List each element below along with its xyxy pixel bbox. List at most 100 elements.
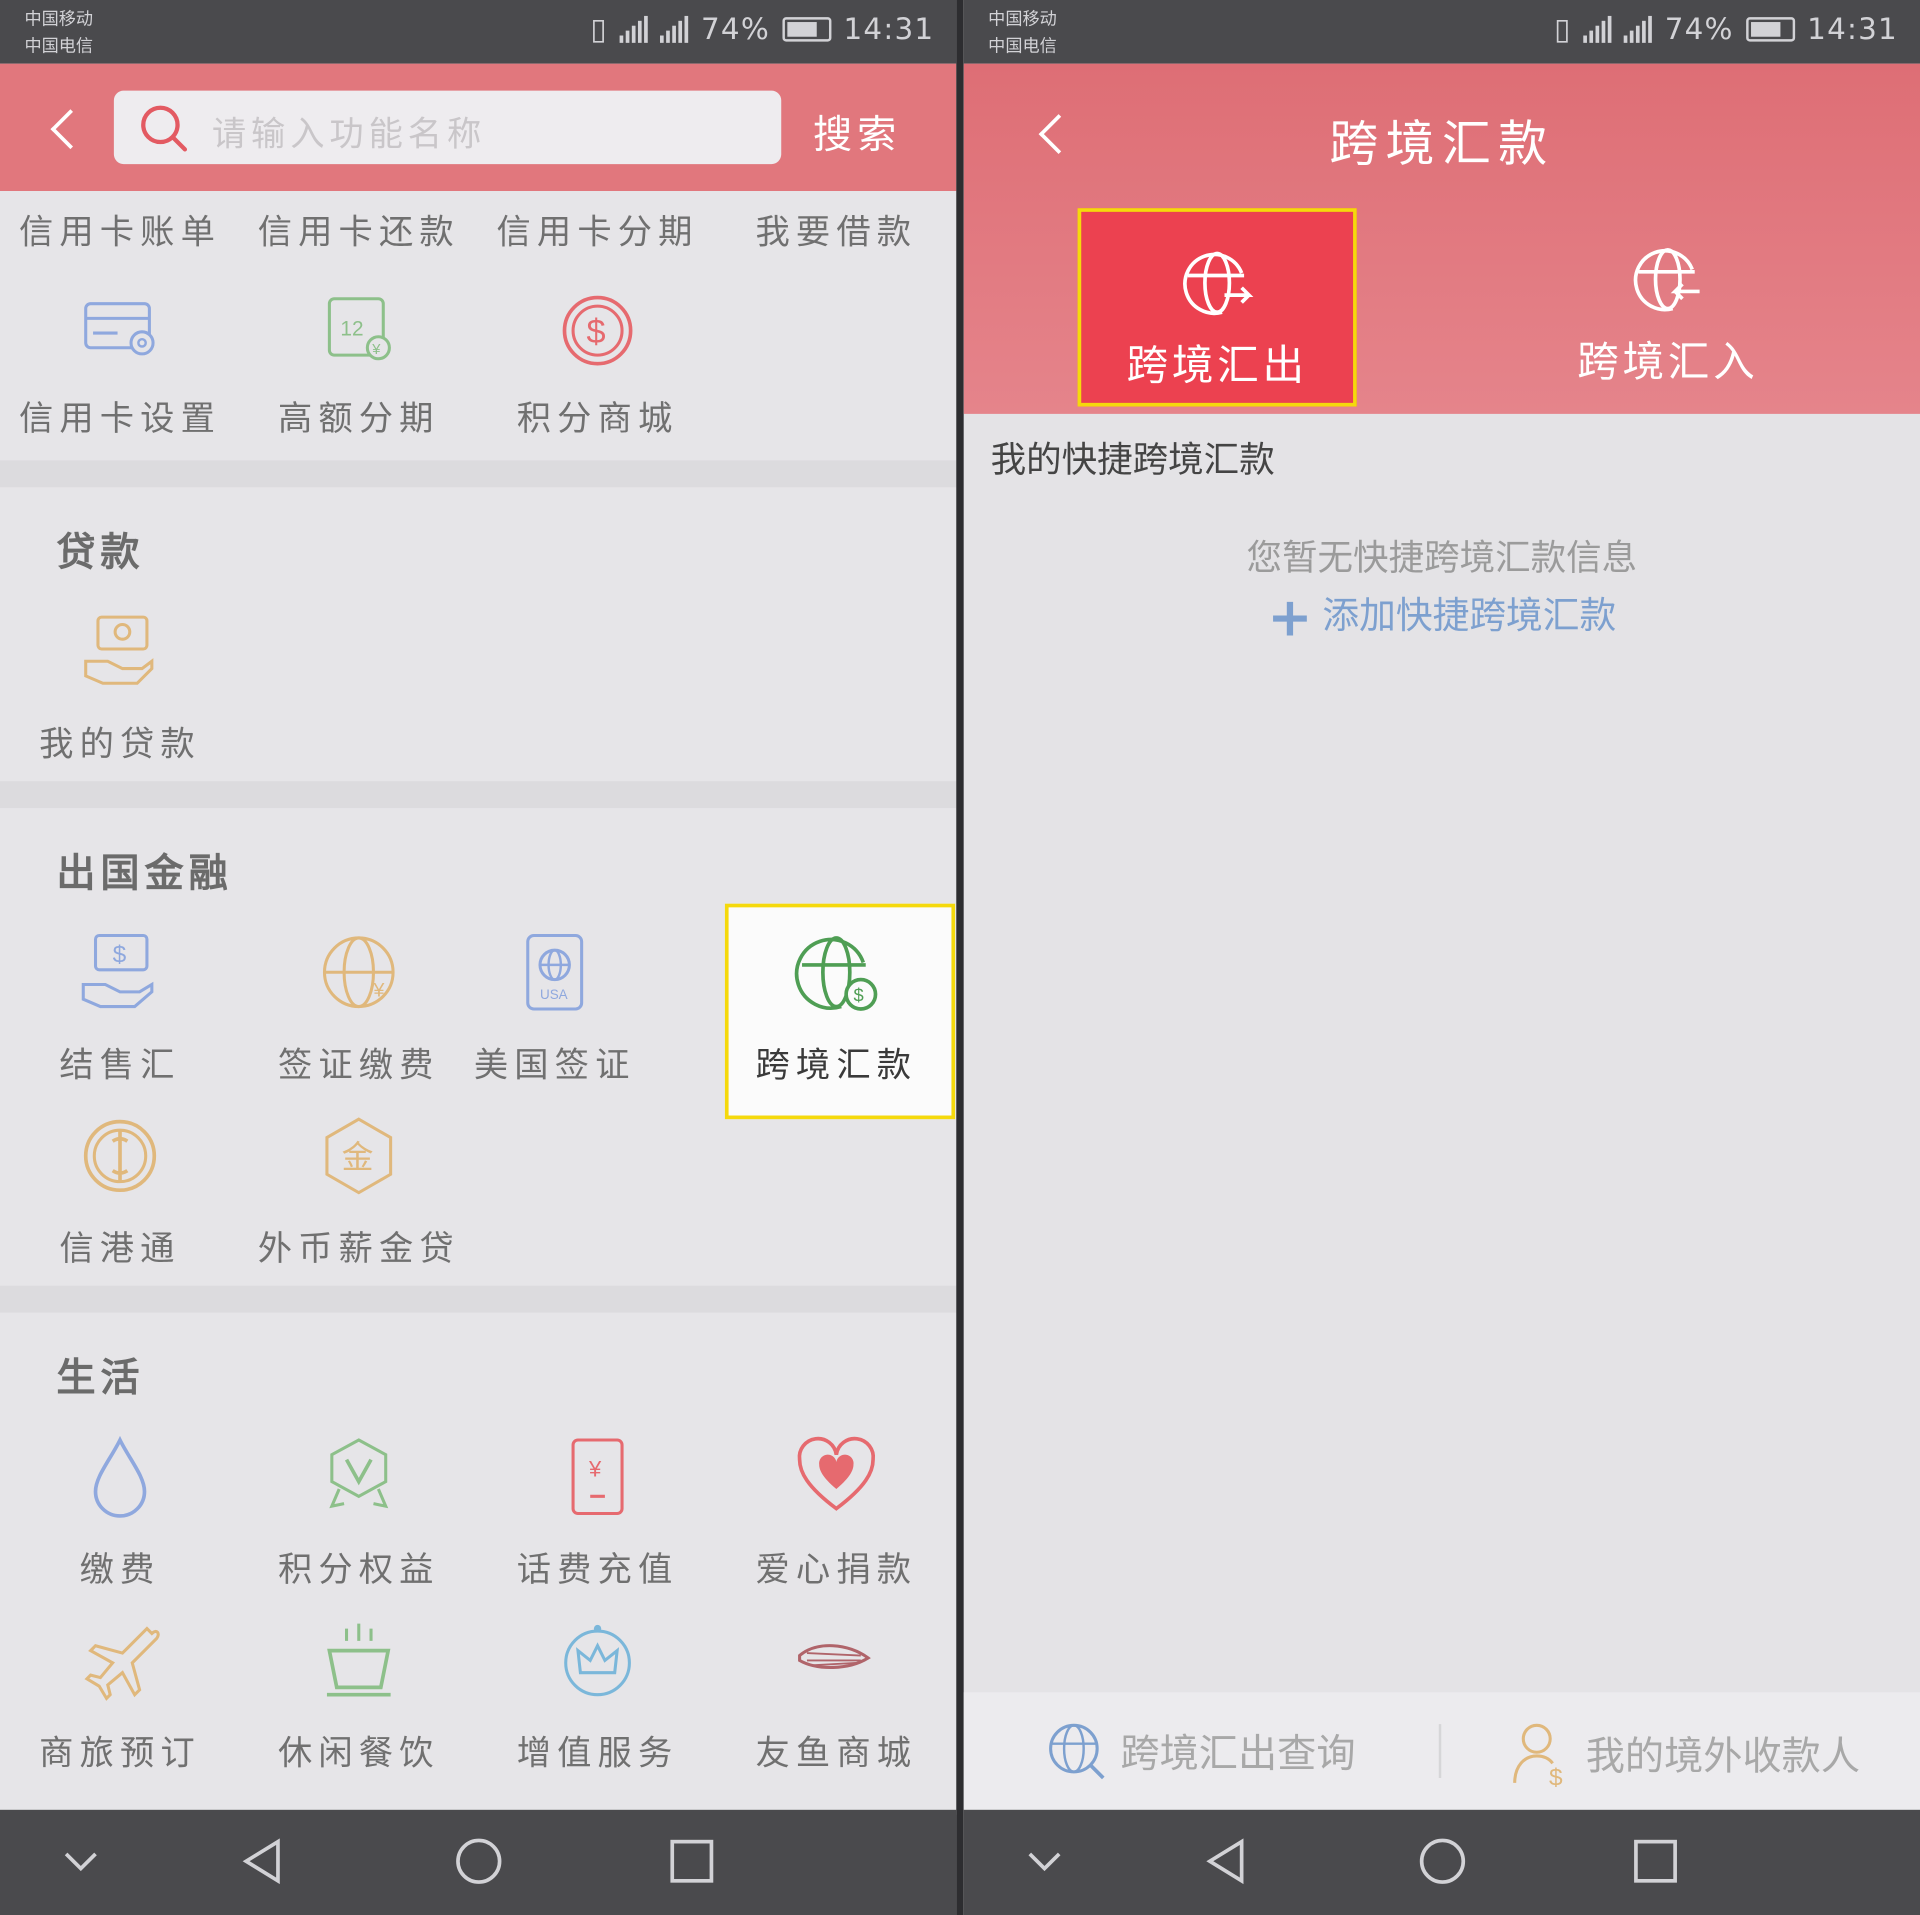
chevron-down-icon[interactable] — [56, 1837, 105, 1886]
menu-points-rights[interactable]: 积分权益 — [239, 1433, 479, 1592]
carrier-2: 中国电信 — [24, 36, 94, 57]
search-header: 请输入功能名称 搜索 — [0, 63, 957, 192]
menu-borrow[interactable]: 我要借款 — [716, 206, 956, 255]
card-settings-icon — [84, 302, 155, 356]
menu-credit-card-repay[interactable]: 信用卡还款 — [239, 206, 479, 255]
menu-xin-gang-tong[interactable]: 信港通 — [0, 1112, 240, 1271]
home-circle-icon[interactable] — [1418, 1837, 1467, 1886]
menu-foreign-salary-loan[interactable]: 金 外币薪金贷 — [239, 1112, 479, 1271]
usa-passport-icon: USA — [526, 933, 584, 1011]
recents-square-icon[interactable] — [1631, 1837, 1680, 1886]
section-divider — [0, 460, 957, 488]
home-circle-icon[interactable] — [454, 1837, 503, 1886]
section-title-life: 生活 — [56, 1354, 145, 1401]
globe-arrow-out-icon — [1183, 251, 1254, 316]
menu-card-settings[interactable]: 信用卡设置 — [0, 287, 240, 441]
signal-icon — [620, 15, 649, 43]
menu-us-visa[interactable]: USA 美国签证 — [435, 928, 675, 1087]
dollar-coin-icon: $ — [562, 295, 633, 366]
section-divider — [0, 781, 957, 809]
fish-icon — [798, 1644, 871, 1669]
menu-credit-card-installment[interactable]: 信用卡分期 — [478, 206, 718, 255]
airplane-icon — [84, 1626, 160, 1701]
loan-section: 贷款 我的贷款 — [0, 487, 957, 782]
add-quick-remittance-link[interactable]: + 添加快捷跨境汇款 — [964, 585, 1920, 649]
signal-icon-2 — [1624, 15, 1653, 43]
menu-value-added[interactable]: 增值服务 — [478, 1616, 718, 1775]
status-bar: 中国移动 中国电信 ▯ 74% 14:31 — [963, 0, 1920, 64]
tab-outward-remittance[interactable]: 跨境汇出 — [1077, 208, 1357, 407]
svg-text:¥: ¥ — [588, 1457, 602, 1482]
back-triangle-icon[interactable] — [1205, 1837, 1254, 1886]
bottom-action-bar: 跨境汇出查询 $ 我的境外收款人 — [963, 1692, 1920, 1810]
overseas-payee-button[interactable]: $ 我的境外收款人 — [1510, 1719, 1860, 1788]
svg-text:$: $ — [587, 313, 606, 351]
vibrate-icon: ▯ — [1554, 12, 1572, 47]
vibrate-icon: ▯ — [590, 12, 608, 47]
overseas-finance-section: 出国金融 $ 结售汇 ¥ 签证缴费 USA 美国签证 $ 跨境汇款 信港通 金 … — [0, 808, 957, 1286]
svg-text:金: 金 — [342, 1138, 374, 1176]
menu-charity[interactable]: 爱心捐款 — [716, 1433, 956, 1592]
tab-inward-remittance[interactable]: 跨境汇入 — [1532, 208, 1804, 399]
back-icon[interactable] — [50, 109, 91, 150]
cup-icon — [326, 1623, 391, 1697]
globe-coin-icon — [83, 1119, 157, 1193]
menu-my-loan[interactable]: 我的贷款 — [0, 607, 240, 766]
outward-query-button[interactable]: 跨境汇出查询 — [1044, 1719, 1356, 1783]
svg-text:12: 12 — [340, 318, 363, 341]
phone-yen-icon: ¥ — [571, 1438, 624, 1516]
globe-dollar-icon: $ — [794, 936, 878, 1011]
svg-text:$: $ — [113, 941, 127, 968]
menu-credit-card-bill[interactable]: 信用卡账单 — [0, 206, 240, 255]
loan-hand-icon — [84, 615, 154, 685]
back-triangle-icon[interactable] — [241, 1837, 290, 1886]
installment-12-icon: 12 ¥ — [327, 297, 391, 361]
signal-icon-2 — [660, 15, 689, 43]
svg-text:$: $ — [853, 985, 863, 1006]
bottom-separator — [1438, 1724, 1442, 1778]
section-divider — [0, 1285, 957, 1313]
globe-arrow-in-icon — [1633, 247, 1700, 312]
chevron-down-icon[interactable] — [1020, 1837, 1069, 1886]
menu-youyu-mall[interactable]: 友鱼商城 — [716, 1616, 956, 1775]
section-title-loan: 贷款 — [56, 528, 145, 576]
water-drop-icon — [93, 1435, 147, 1518]
search-input[interactable]: 请输入功能名称 — [113, 90, 782, 165]
remittance-header: 跨境汇款 跨境汇出 跨境汇入 — [963, 63, 1920, 414]
globe-yen-icon: ¥ — [322, 936, 395, 1009]
page-title: 跨境汇款 — [1329, 116, 1555, 173]
battery-percent: 74% — [1664, 12, 1734, 47]
battery-icon — [1745, 17, 1795, 42]
plus-icon: + — [1267, 586, 1313, 649]
svg-text:¥: ¥ — [372, 980, 384, 1002]
menu-high-installment[interactable]: 12 ¥ 高额分期 — [239, 287, 479, 441]
menu-forex-settlement[interactable]: $ 结售汇 — [0, 928, 240, 1087]
svg-text:USA: USA — [540, 987, 568, 1002]
menu-phone-recharge[interactable]: ¥ 话费充值 — [478, 1433, 718, 1592]
search-placeholder: 请输入功能名称 — [211, 113, 487, 155]
section-title-overseas: 出国金融 — [56, 849, 233, 897]
system-nav-bar — [963, 1809, 1920, 1915]
menu-pay-bills[interactable]: 缴费 — [0, 1433, 240, 1592]
gold-hexagon-icon: 金 — [325, 1117, 393, 1195]
badge-v-icon — [329, 1438, 389, 1509]
search-button[interactable]: 搜索 — [813, 104, 901, 160]
menu-cross-border-remittance[interactable]: $ 跨境汇款 — [716, 928, 956, 1087]
carrier-2: 中国电信 — [988, 36, 1057, 57]
right-screen: 中国移动 中国电信 ▯ 74% 14:31 跨境汇款 跨境汇出 跨境汇入 我的快… — [963, 0, 1920, 1915]
life-section: 生活 缴费 积分权益 ¥ 话费充值 爱心捐款 商旅预订 休闲餐饮 增值服务 友鱼… — [0, 1312, 957, 1815]
add-link-label: 添加快捷跨境汇款 — [1322, 595, 1617, 638]
clock: 14:31 — [1807, 12, 1898, 47]
globe-search-icon — [1049, 1723, 1105, 1780]
menu-dining[interactable]: 休闲餐饮 — [239, 1616, 479, 1775]
empty-message: 您暂无快捷跨境汇款信息 — [1246, 536, 1638, 578]
battery-icon — [782, 17, 832, 42]
carrier-1: 中国移动 — [988, 9, 1057, 30]
signal-icon — [1583, 15, 1613, 43]
quick-remittance-title: 我的快捷跨境汇款 — [990, 438, 1275, 481]
recents-square-icon[interactable] — [667, 1837, 716, 1886]
menu-points-mall[interactable]: $ 积分商城 — [478, 287, 718, 441]
system-nav-bar — [0, 1809, 957, 1915]
payee-icon: $ — [1513, 1723, 1563, 1788]
menu-travel-booking[interactable]: 商旅预订 — [0, 1616, 240, 1775]
